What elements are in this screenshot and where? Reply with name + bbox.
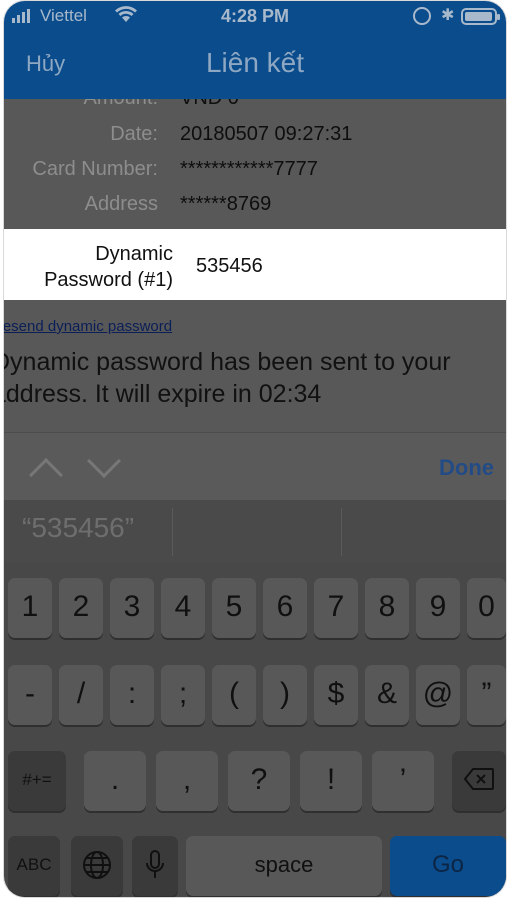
navigation-bar: Hủy Liên kết xyxy=(4,31,506,99)
key-5[interactable]: 5 xyxy=(212,578,256,638)
key-slash[interactable]: / xyxy=(59,665,103,725)
space-key[interactable]: space xyxy=(186,836,382,896)
done-button[interactable]: Done xyxy=(439,455,494,481)
phone-screen: Viettel 4:28 PM ✱ Hủy Liên kết Amount: V… xyxy=(3,0,507,898)
key-comma[interactable]: , xyxy=(156,751,218,811)
globe-key[interactable] xyxy=(71,836,123,896)
form-row-amount: Amount: VND 0 xyxy=(4,99,506,121)
next-field-icon[interactable] xyxy=(87,444,121,478)
address-value: ******8769 xyxy=(180,193,272,215)
globe-icon xyxy=(83,851,111,879)
microphone-key[interactable] xyxy=(132,836,178,896)
amount-label: Amount: xyxy=(84,99,158,110)
keyboard: 1 2 3 4 5 6 7 8 9 0 - / : ; ( ) $ & @ ” … xyxy=(4,562,506,897)
key-close-paren[interactable]: ) xyxy=(263,665,307,725)
abc-key[interactable]: ABC xyxy=(8,836,60,896)
expiry-message-line1: Dynamic password has been sent to your xyxy=(4,348,451,376)
suggestion-item[interactable]: “535456” xyxy=(22,512,134,544)
form-row-date: Date: 20180507 09:27:31 xyxy=(4,123,506,157)
go-key[interactable]: Go xyxy=(390,836,506,896)
battery-icon xyxy=(461,8,500,25)
rotation-lock-icon xyxy=(413,7,431,25)
key-ampersand[interactable]: & xyxy=(365,665,409,725)
date-label: Date: xyxy=(110,123,158,145)
key-at[interactable]: @ xyxy=(416,665,460,725)
cancel-button[interactable]: Hủy xyxy=(26,51,65,77)
key-3[interactable]: 3 xyxy=(110,578,154,638)
keyboard-accessory-bar: Done xyxy=(4,432,506,500)
key-colon[interactable]: : xyxy=(110,665,154,725)
key-7[interactable]: 7 xyxy=(314,578,358,638)
form-row-address: Address ******8769 xyxy=(4,193,506,227)
expiry-message-line2: address. It will expire in 02:34 xyxy=(4,380,322,408)
bluetooth-icon: ✱ xyxy=(441,7,455,24)
dynamic-password-input[interactable]: 535456 xyxy=(196,255,263,278)
key-2[interactable]: 2 xyxy=(59,578,103,638)
key-1[interactable]: 1 xyxy=(8,578,52,638)
key-quote[interactable]: ” xyxy=(467,665,506,725)
dynamic-password-label-line2: Password (#1) xyxy=(44,269,173,291)
suggestion-divider xyxy=(341,508,342,556)
previous-field-icon[interactable] xyxy=(29,458,63,492)
card-number-value: ************7777 xyxy=(180,158,318,180)
dynamic-password-label: Dynamic Password (#1) xyxy=(44,241,173,293)
date-value: 20180507 09:27:31 xyxy=(180,123,353,145)
dynamic-password-label-line1: Dynamic xyxy=(95,243,173,265)
top-bar: Viettel 4:28 PM ✱ Hủy Liên kết xyxy=(4,1,506,99)
key-question[interactable]: ? xyxy=(228,751,290,811)
symbols-toggle-key[interactable]: #+= xyxy=(8,751,66,811)
key-apostrophe[interactable]: ’ xyxy=(372,751,434,811)
dynamic-password-row: Dynamic Password (#1) 535456 xyxy=(4,229,506,300)
key-9[interactable]: 9 xyxy=(416,578,460,638)
key-open-paren[interactable]: ( xyxy=(212,665,256,725)
suggestion-divider xyxy=(172,508,173,556)
message-area: Resend dynamic password Dynamic password… xyxy=(4,300,506,432)
expiry-message: Dynamic password has been sent to your a… xyxy=(4,346,506,410)
key-period[interactable]: . xyxy=(84,751,146,811)
key-dollar[interactable]: $ xyxy=(314,665,358,725)
key-8[interactable]: 8 xyxy=(365,578,409,638)
backspace-icon xyxy=(463,768,494,790)
payment-form: Amount: VND 0 Date: 20180507 09:27:31 Ca… xyxy=(4,99,506,229)
key-6[interactable]: 6 xyxy=(263,578,307,638)
form-row-card-number: Card Number: ************7777 xyxy=(4,158,506,192)
card-number-label: Card Number: xyxy=(32,158,158,180)
key-semicolon[interactable]: ; xyxy=(161,665,205,725)
suggestion-bar: “535456” xyxy=(4,500,506,562)
microphone-icon xyxy=(146,850,164,878)
amount-value: VND 0 xyxy=(180,99,239,110)
backspace-key[interactable] xyxy=(452,751,506,811)
resend-password-link[interactable]: Resend dynamic password xyxy=(4,318,172,335)
key-0[interactable]: 0 xyxy=(467,578,506,638)
address-label: Address xyxy=(84,193,158,215)
key-exclamation[interactable]: ! xyxy=(300,751,362,811)
page-title: Liên kết xyxy=(205,47,305,78)
key-hyphen[interactable]: - xyxy=(8,665,52,725)
status-bar: Viettel 4:28 PM ✱ xyxy=(4,1,506,31)
key-4[interactable]: 4 xyxy=(161,578,205,638)
